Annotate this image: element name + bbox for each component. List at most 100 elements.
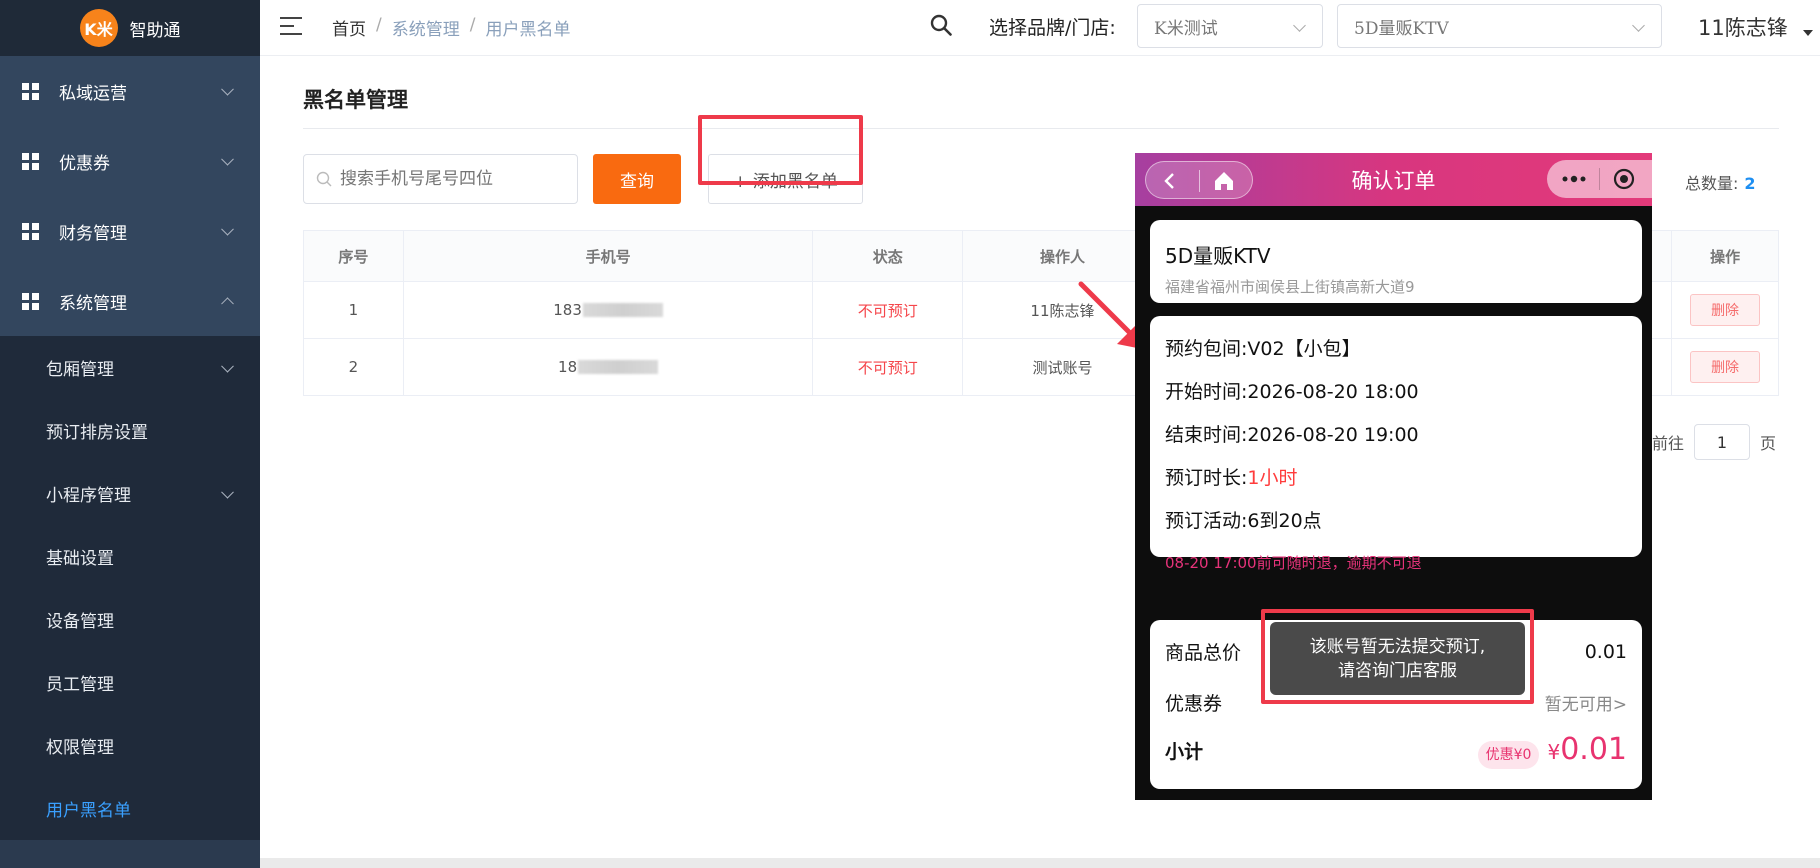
duration-row: 预订时长:1小时 — [1165, 467, 1298, 489]
more-icon[interactable] — [1561, 173, 1587, 185]
sidebar-item-miniprogram[interactable]: 小程序管理 — [0, 462, 260, 525]
breadcrumb-system: 系统管理 — [391, 20, 460, 40]
page-title: 黑名单管理 — [303, 88, 408, 112]
phone-prefix: 183 — [553, 301, 582, 319]
capsule-menu — [1547, 160, 1652, 198]
goods-total-label: 商品总价 — [1165, 642, 1242, 664]
sidebar-item-label: 小程序管理 — [46, 486, 131, 506]
sidebar-item-system[interactable]: 系统管理 — [0, 266, 260, 336]
subtotal-row: 小计 优惠¥0 ¥0.01 — [1165, 732, 1627, 769]
sidebar-item-label: 包厢管理 — [46, 360, 114, 380]
column-header: 手机号 — [403, 231, 814, 281]
chevron-down-icon — [221, 152, 234, 166]
sidebar-item-label: 私域运营 — [59, 83, 127, 104]
sidebar-item-permissions[interactable]: 权限管理 — [0, 714, 260, 777]
sidebar: K米 智助通 私域运营 优惠券 财务管理 系统管理 包厢管理 预订排房设置 小程… — [0, 0, 260, 868]
brand-store-label: 选择品牌/门店: — [989, 17, 1116, 39]
toast-highlight-frame — [1261, 609, 1534, 704]
user-menu[interactable]: 11陈志锋 — [1698, 12, 1788, 42]
search-icon — [316, 171, 332, 187]
end-time-row: 结束时间:2026-08-20 19:00 — [1165, 424, 1419, 446]
logo-bar: K米 智助通 — [0, 0, 260, 56]
refund-note: 08-20 17:00前可随时退，逾期不可退 — [1165, 554, 1422, 572]
search-icon[interactable] — [930, 14, 952, 36]
store-select[interactable]: 5D量贩KTV — [1337, 4, 1662, 48]
grid-icon — [22, 152, 39, 170]
caret-down-icon[interactable] — [1803, 30, 1813, 36]
horizontal-scrollbar[interactable] — [260, 858, 1820, 868]
breadcrumb-separator: / — [376, 15, 382, 35]
search-input[interactable] — [340, 169, 560, 189]
subtotal-label: 小计 — [1165, 741, 1204, 763]
chevron-down-icon — [221, 82, 234, 96]
sidebar-item-basic-settings[interactable]: 基础设置 — [0, 525, 260, 588]
store-card: 5D量贩KTV 福建省福州市闽侯县上街镇高新大道9 — [1150, 220, 1642, 303]
breadcrumb: 首页 / 系统管理 / 用户黑名单 — [332, 15, 570, 40]
highlight-frame — [698, 115, 863, 185]
goods-total-value: 0.01 — [1584, 640, 1627, 663]
sidebar-item-label: 系统管理 — [59, 293, 127, 314]
query-button[interactable]: 查询 — [593, 154, 681, 204]
total-label: 总数量: — [1685, 174, 1739, 193]
coupon-label: 优惠券 — [1165, 693, 1223, 715]
miniprogram-navbar: 确认订单 — [1135, 153, 1652, 206]
masked-digits — [582, 303, 663, 317]
page-input[interactable] — [1694, 424, 1751, 460]
discount-badge: 优惠¥0 — [1477, 741, 1540, 769]
room-row: 预约包间:V02【小包】 — [1165, 338, 1361, 360]
breadcrumb-home[interactable]: 首页 — [332, 15, 366, 40]
sidebar-item-coupons[interactable]: 优惠券 — [0, 126, 260, 196]
sidebar-item-label: 预订排房设置 — [46, 423, 148, 443]
sidebar-submenu: 包厢管理 预订排房设置 小程序管理 基础设置 设备管理 员工管理 权限管理 用户… — [0, 336, 260, 840]
column-header: 序号 — [304, 231, 404, 281]
phone-prefix: 18 — [558, 358, 578, 376]
sidebar-item-label: 用户黑名单 — [46, 801, 131, 821]
menu-toggle-icon[interactable] — [280, 17, 302, 35]
sidebar-item-booking-settings[interactable]: 预订排房设置 — [0, 399, 260, 462]
sidebar-item-label: 员工管理 — [46, 675, 114, 695]
phone-search-field[interactable] — [303, 154, 578, 204]
sidebar-menu: 私域运营 优惠券 财务管理 系统管理 — [0, 56, 260, 336]
total-count: 总数量: 2 — [1685, 170, 1756, 194]
sidebar-item-finance[interactable]: 财务管理 — [0, 196, 260, 266]
chevron-down-icon — [1293, 19, 1306, 32]
cell-phone: 18 — [404, 339, 814, 395]
top-header: 首页 / 系统管理 / 用户黑名单 选择品牌/门店: K米测试 5D量贩KTV … — [260, 0, 1820, 56]
store-name: 5D量贩KTV — [1165, 244, 1271, 268]
logo-icon: K米 — [79, 9, 118, 47]
total-value: 2 — [1744, 174, 1756, 193]
sidebar-item-rooms[interactable]: 包厢管理 — [0, 336, 260, 399]
subtotal-value: 0.01 — [1560, 732, 1627, 767]
sidebar-item-blacklist[interactable]: 用户黑名单 — [0, 777, 260, 840]
sidebar-item-label: 设备管理 — [46, 612, 114, 632]
brand-select[interactable]: K米测试 — [1137, 4, 1323, 48]
start-time-row: 开始时间:2026-08-20 18:00 — [1165, 381, 1419, 403]
column-header: 状态 — [813, 231, 964, 281]
chevron-down-icon — [221, 485, 234, 499]
chevron-down-icon — [1632, 19, 1645, 32]
cell-index: 1 — [304, 282, 404, 338]
sidebar-item-label: 基础设置 — [46, 549, 114, 569]
coupon-value: 暂无可用> — [1544, 695, 1627, 715]
sidebar-item-devices[interactable]: 设备管理 — [0, 588, 260, 651]
grid-icon — [22, 292, 39, 310]
sidebar-item-staff[interactable]: 员工管理 — [0, 651, 260, 714]
sidebar-item-private-ops[interactable]: 私域运营 — [0, 56, 260, 126]
grid-icon — [22, 222, 39, 240]
goto-label: 前往 — [1652, 434, 1685, 453]
cell-action: 删除 — [1672, 339, 1778, 395]
booking-card: 预约包间:V02【小包】 开始时间:2026-08-20 18:00 结束时间:… — [1150, 316, 1642, 572]
page-suffix: 页 — [1760, 434, 1777, 453]
delete-button[interactable]: 删除 — [1690, 294, 1761, 326]
delete-button[interactable]: 删除 — [1690, 351, 1761, 383]
close-miniprogram-icon[interactable] — [1613, 168, 1635, 190]
breadcrumb-separator: / — [469, 15, 476, 35]
grid-icon — [22, 82, 39, 100]
column-header: 操作 — [1672, 231, 1778, 281]
sidebar-item-label: 权限管理 — [46, 738, 114, 758]
app-name: 智助通 — [129, 20, 181, 41]
activity-row: 预订活动:6到20点 — [1165, 510, 1322, 532]
subtotal-amount: 优惠¥0 ¥0.01 — [1477, 732, 1627, 769]
chevron-up-icon — [221, 297, 234, 311]
chevron-down-icon — [221, 359, 234, 373]
